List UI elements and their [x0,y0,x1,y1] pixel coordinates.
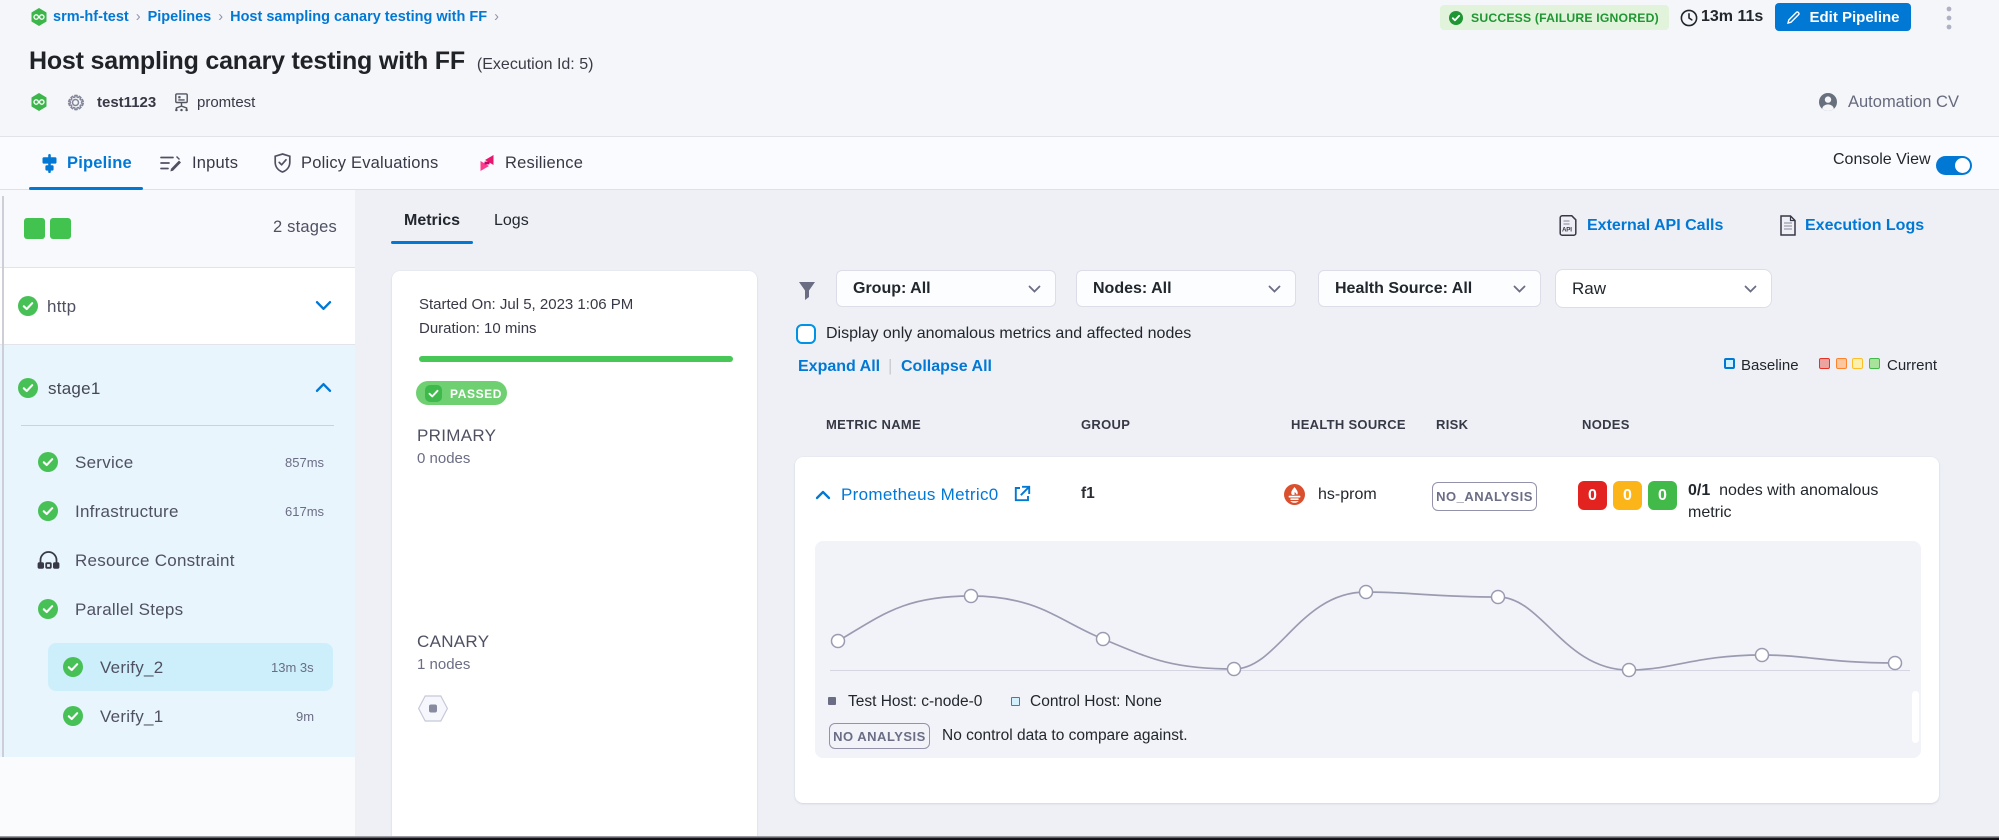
svg-text:API: API [1562,227,1572,234]
